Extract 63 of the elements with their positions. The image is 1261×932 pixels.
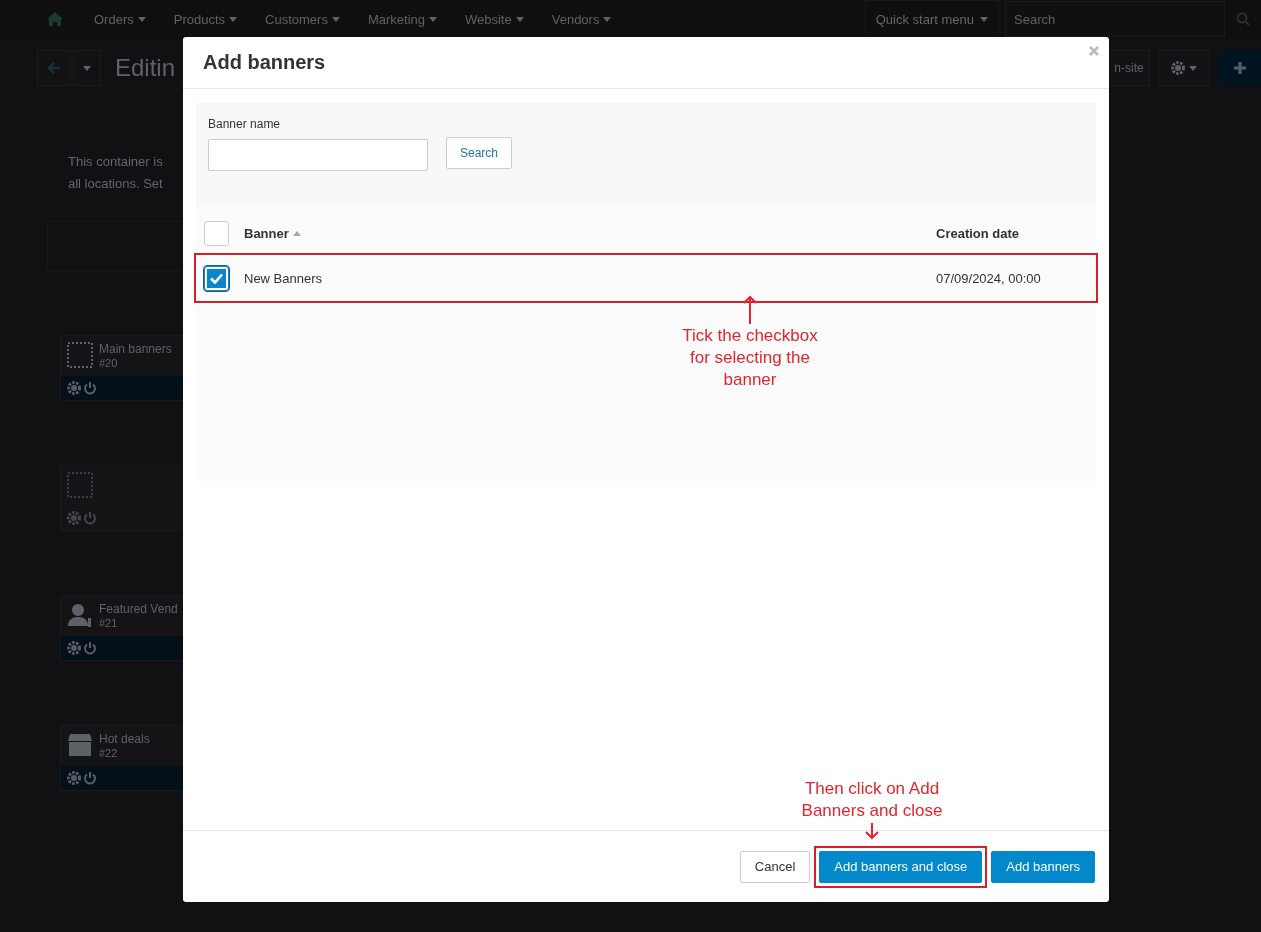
block-id: #20 xyxy=(99,357,119,369)
page-title: Editin xyxy=(115,54,176,82)
placeholder-icon xyxy=(67,342,93,368)
gear-icon[interactable] xyxy=(67,771,81,785)
nav-menu-item[interactable]: Marketing xyxy=(353,11,451,27)
block-id: #21 xyxy=(99,617,119,629)
close-icon[interactable] xyxy=(1089,46,1099,56)
cancel-button[interactable]: Cancel xyxy=(739,850,811,883)
box-icon xyxy=(67,732,93,758)
annotation-arrow xyxy=(865,822,879,840)
settings-button[interactable] xyxy=(1158,50,1210,86)
nav-menu-item[interactable]: Website xyxy=(451,11,538,27)
column-header[interactable]: Creation date xyxy=(936,225,1020,241)
table-row[interactable]: New Banners 07/09/2024, 00:00 xyxy=(196,255,1096,301)
block-card[interactable]: Featured Vend #21 xyxy=(60,595,183,661)
caret-icon xyxy=(1189,65,1197,71)
caret-icon xyxy=(83,65,91,71)
table-cell: 07/09/2024, 00:00 xyxy=(936,270,1041,286)
plus-icon xyxy=(1233,62,1246,74)
preview-button[interactable]: n-site xyxy=(1109,50,1150,86)
nav-menu-item[interactable]: Vendors xyxy=(537,11,626,27)
gear-icon[interactable] xyxy=(67,641,81,655)
power-icon[interactable] xyxy=(83,771,97,785)
column-header[interactable]: Banner xyxy=(244,225,289,241)
add-and-close-button[interactable]: Add banners and close xyxy=(819,850,983,883)
field-label: Banner name xyxy=(208,117,282,131)
checkbox[interactable] xyxy=(204,220,229,246)
annotation-arrow xyxy=(743,295,757,325)
dialog-title: Add banners xyxy=(203,51,326,74)
search-button[interactable]: Search xyxy=(446,137,513,169)
person-icon xyxy=(67,602,93,628)
block-name: Main banners xyxy=(99,342,172,357)
search-field[interactable]: Search xyxy=(1005,1,1225,37)
back-arrow-icon xyxy=(48,62,60,74)
placeholder-icon xyxy=(67,472,93,498)
power-icon[interactable] xyxy=(83,641,97,655)
caret-icon xyxy=(331,16,340,22)
caret-icon xyxy=(603,16,612,22)
block-card[interactable]: Hot deals #22 xyxy=(60,725,183,791)
annotation-text: Then click on Add Banners and close xyxy=(801,778,943,822)
block-id: #22 xyxy=(99,747,119,759)
block-card[interactable]: Main banners #20 xyxy=(60,335,183,401)
caret-icon xyxy=(229,16,238,22)
caret-icon xyxy=(137,16,146,22)
check-icon xyxy=(210,272,223,284)
banner-name-field[interactable] xyxy=(208,139,428,171)
caret-icon xyxy=(515,16,524,22)
table-cell: New Banners xyxy=(244,270,323,286)
block-name: Featured Vend xyxy=(99,602,178,617)
checkbox[interactable] xyxy=(204,265,229,291)
add-button[interactable]: Add banners xyxy=(991,850,1095,883)
caret-icon xyxy=(980,16,988,22)
nav-menu-item[interactable]: Customers xyxy=(251,11,354,27)
gear-icon[interactable] xyxy=(1171,61,1185,75)
nav-menu-item[interactable]: Orders xyxy=(80,11,160,27)
power-icon[interactable] xyxy=(83,381,97,395)
notice-text: This container is all locations. Set xyxy=(68,153,164,193)
add-button[interactable] xyxy=(1218,50,1261,86)
caret-icon xyxy=(429,16,437,22)
annotation-text: Tick the checkbox for selecting the banner xyxy=(682,325,818,391)
gear-icon[interactable] xyxy=(67,381,81,395)
block-name: Hot deals xyxy=(99,732,150,747)
nav-menu-item[interactable]: Products xyxy=(159,11,252,27)
